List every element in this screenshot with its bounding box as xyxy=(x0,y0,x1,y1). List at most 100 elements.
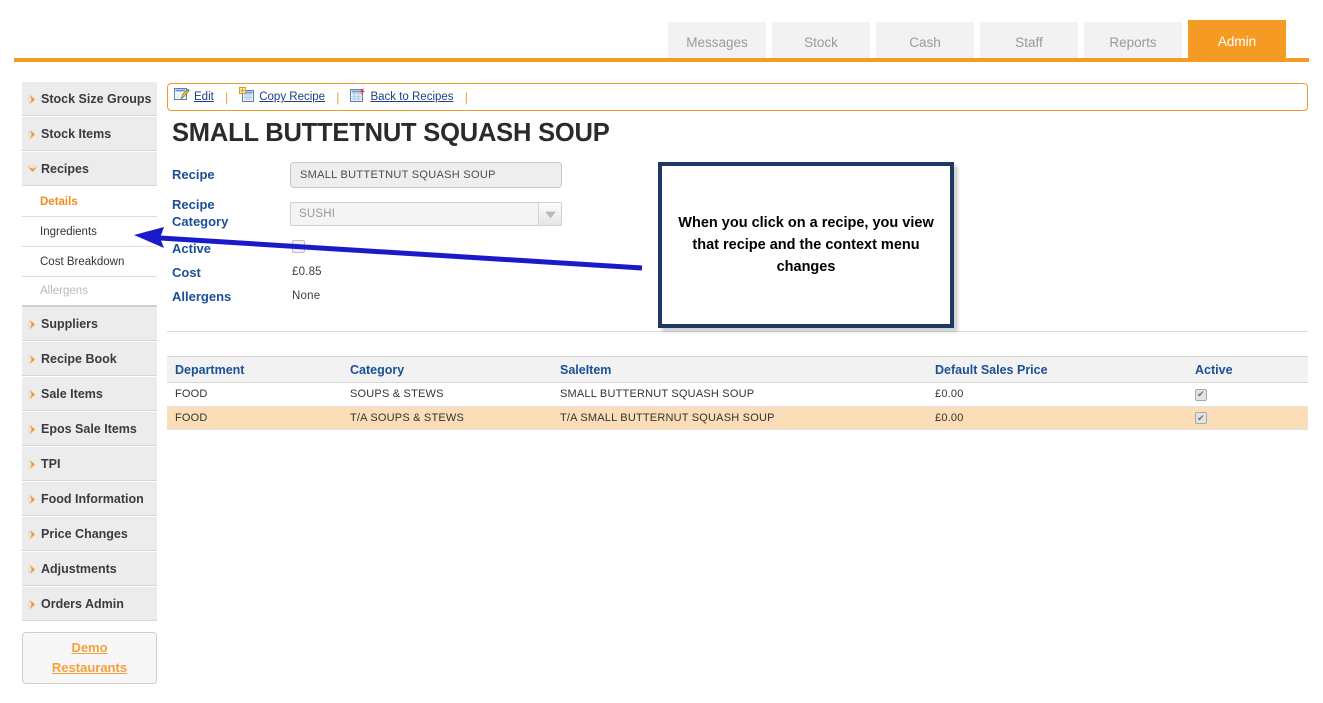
chevron-right-icon xyxy=(26,388,39,401)
back-to-recipes-button[interactable]: Back to Recipes xyxy=(350,87,454,108)
table-row[interactable]: FOOD T/A SOUPS & STEWS T/A SMALL BUTTERN… xyxy=(167,406,1308,430)
allergens-field-label: Allergens xyxy=(172,289,232,304)
recipe-name-input[interactable]: SMALL BUTTETNUT SQUASH SOUP xyxy=(290,162,562,188)
sidebar-label: Recipes xyxy=(41,162,89,176)
recipe-field-label: Recipe xyxy=(172,167,215,182)
copy-recipe-icon xyxy=(239,86,255,108)
column-header-saleitem[interactable]: SaleItem xyxy=(552,356,927,383)
copy-recipe-button[interactable]: Copy Recipe xyxy=(239,86,326,108)
sidebar-label: Stock Items xyxy=(41,127,112,141)
active-checkbox[interactable] xyxy=(292,240,305,253)
cell-active: ✔ xyxy=(1187,382,1308,407)
cost-field-label: Cost xyxy=(172,265,201,280)
chevron-right-icon xyxy=(26,423,39,436)
sidebar-item-suppliers[interactable]: Suppliers xyxy=(22,307,157,342)
column-header-category[interactable]: Category xyxy=(342,356,552,383)
tab-cash[interactable]: Cash xyxy=(876,22,974,62)
cell-category: SOUPS & STEWS xyxy=(342,382,552,407)
sale-items-table-container: Department Category SaleItem Default Sal… xyxy=(167,356,1308,430)
annotation-callout: When you click on a recipe, you view tha… xyxy=(658,162,954,328)
column-header-active[interactable]: Active xyxy=(1187,356,1308,383)
cell-department: FOOD xyxy=(167,382,342,407)
demo-button-line2: Restaurants xyxy=(51,660,128,675)
row-active-checkbox[interactable]: ✔ xyxy=(1195,388,1207,401)
recipe-category-label-line1: Recipe xyxy=(172,197,215,212)
edit-label: Edit xyxy=(194,91,214,103)
sidebar-item-food-information[interactable]: Food Information xyxy=(22,482,157,517)
column-header-department[interactable]: Department xyxy=(167,356,342,383)
app-header: Messages Stock Cash Staff Reports Admin xyxy=(0,0,1323,62)
tab-stock[interactable]: Stock xyxy=(772,22,870,62)
chevron-right-icon xyxy=(26,318,39,331)
sidebar-item-epos-sale-items[interactable]: Epos Sale Items xyxy=(22,412,157,447)
sidebar-item-price-changes[interactable]: Price Changes xyxy=(22,517,157,552)
tab-staff[interactable]: Staff xyxy=(980,22,1078,62)
column-header-default-sales-price[interactable]: Default Sales Price xyxy=(927,356,1187,383)
chevron-right-icon xyxy=(26,598,39,611)
cell-active: ✔ xyxy=(1187,406,1308,430)
sidebar-label: Price Changes xyxy=(41,527,128,541)
tab-messages[interactable]: Messages xyxy=(668,22,766,62)
sidebar-subitem-details[interactable]: Details xyxy=(22,187,157,217)
sidebar-subitem-ingredients[interactable]: Ingredients xyxy=(22,217,157,247)
back-to-recipes-icon xyxy=(350,87,366,108)
toolbar-separator: | xyxy=(464,89,468,105)
chevron-down-icon[interactable] xyxy=(538,203,561,225)
sidebar-item-orders-admin[interactable]: Orders Admin xyxy=(22,587,157,622)
action-toolbar: Edit | Copy Recipe | Back to Recipes | xyxy=(167,83,1308,111)
annotation-callout-text: When you click on a recipe, you view tha… xyxy=(678,215,934,275)
cell-price: £0.00 xyxy=(927,382,1187,407)
copy-recipe-label: Copy Recipe xyxy=(259,91,326,103)
sidebar-item-stock-size-groups[interactable]: Stock Size Groups xyxy=(22,82,157,117)
allergens-value: None xyxy=(292,290,321,302)
active-field-label: Active xyxy=(172,241,212,256)
sidebar-label: Stock Size Groups xyxy=(41,92,152,106)
sidebar-label: Sale Items xyxy=(41,387,103,401)
sidebar-label: Orders Admin xyxy=(41,597,124,611)
tab-reports[interactable]: Reports xyxy=(1084,22,1182,62)
tab-admin[interactable]: Admin xyxy=(1188,20,1286,62)
sidebar-item-stock-items[interactable]: Stock Items xyxy=(22,117,157,152)
recipe-category-select[interactable]: SUSHI xyxy=(290,202,562,226)
demo-button-line1: Demo xyxy=(71,640,108,655)
chevron-right-icon xyxy=(26,563,39,576)
recipe-category-label-line2: Category xyxy=(172,214,229,229)
back-to-recipes-label: Back to Recipes xyxy=(370,91,454,103)
sidebar-label: Epos Sale Items xyxy=(41,422,137,436)
sidebar-item-tpi[interactable]: TPI xyxy=(22,447,157,482)
chevron-right-icon xyxy=(26,528,39,541)
cell-department: FOOD xyxy=(167,406,342,430)
sidebar-item-recipe-book[interactable]: Recipe Book xyxy=(22,342,157,377)
edit-button[interactable]: Edit xyxy=(174,87,214,108)
table-header-row: Department Category SaleItem Default Sal… xyxy=(167,356,1308,383)
row-active-checkbox[interactable]: ✔ xyxy=(1195,412,1207,424)
sidebar-item-sale-items[interactable]: Sale Items xyxy=(22,377,157,412)
chevron-right-icon xyxy=(26,353,39,366)
sidebar-label: Recipe Book xyxy=(41,352,117,366)
demo-restaurants-button[interactable]: Demo Restaurants xyxy=(22,632,157,684)
sale-items-table: Department Category SaleItem Default Sal… xyxy=(167,356,1308,430)
cell-category: T/A SOUPS & STEWS xyxy=(342,406,552,430)
sidebar-label: TPI xyxy=(41,457,61,471)
sidebar-subitem-cost-breakdown[interactable]: Cost Breakdown xyxy=(22,247,157,277)
edit-pencil-icon xyxy=(174,87,190,108)
sidebar-item-recipes[interactable]: Recipes xyxy=(22,152,157,187)
chevron-right-icon xyxy=(26,93,39,106)
section-divider xyxy=(167,331,1308,332)
recipe-category-value: SUSHI xyxy=(299,208,336,220)
toolbar-separator: | xyxy=(336,89,340,105)
chevron-right-icon xyxy=(26,458,39,471)
page-title: SMALL BUTTETNUT SQUASH SOUP xyxy=(172,119,610,147)
table-row[interactable]: FOOD SOUPS & STEWS SMALL BUTTERNUT SQUAS… xyxy=(167,382,1308,407)
sidebar-label: Suppliers xyxy=(41,317,98,331)
chevron-right-icon xyxy=(26,128,39,141)
main-navigation-tabs: Messages Stock Cash Staff Reports Admin xyxy=(668,20,1286,62)
cell-price: £0.00 xyxy=(927,406,1187,430)
sidebar-label: Food Information xyxy=(41,492,144,506)
chevron-down-icon xyxy=(26,163,39,176)
sidebar-item-adjustments[interactable]: Adjustments xyxy=(22,552,157,587)
chevron-right-icon xyxy=(26,493,39,506)
cost-value: £0.85 xyxy=(292,266,322,278)
cell-saleitem: T/A SMALL BUTTERNUT SQUASH SOUP xyxy=(552,406,927,430)
sidebar-subitem-allergens: Allergens xyxy=(22,277,157,307)
